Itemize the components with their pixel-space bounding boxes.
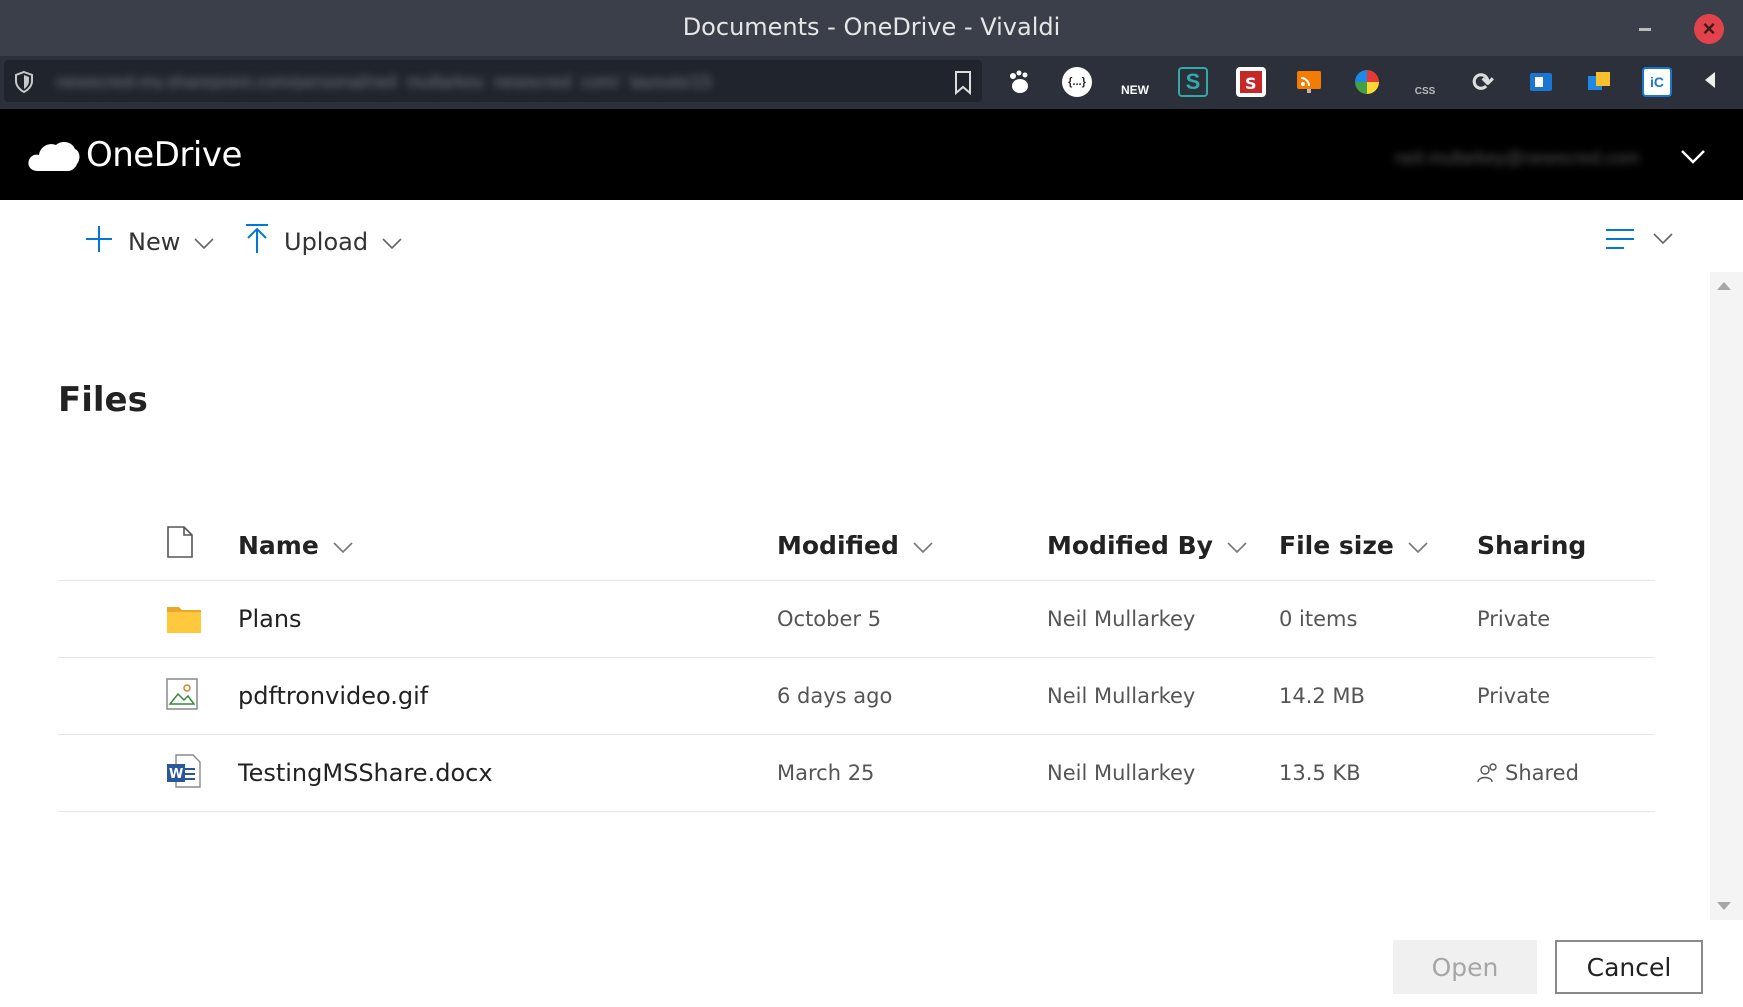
onedrive-brand: OneDrive <box>86 135 242 175</box>
ic-extension-icon[interactable]: iC <box>1642 67 1672 97</box>
file-modified: 6 days ago <box>777 684 893 708</box>
file-size: 13.5 KB <box>1279 761 1361 785</box>
file-size: 0 items <box>1279 607 1358 631</box>
bookmark-icon[interactable] <box>952 70 974 101</box>
image-file-icon <box>166 676 206 716</box>
column-file-size-label: File size <box>1279 530 1394 560</box>
upload-arrow-icon <box>244 223 270 261</box>
column-sharing[interactable]: Sharing <box>1477 510 1586 580</box>
svg-text:S: S <box>1245 74 1257 93</box>
chevron-down-icon <box>1227 531 1247 560</box>
cancel-button[interactable]: Cancel <box>1555 940 1703 994</box>
file-sharing-cell: Shared <box>1477 735 1579 811</box>
column-sharing-label: Sharing <box>1477 530 1587 560</box>
file-table-header: Name Modified Modified By File size Shar… <box>58 510 1655 581</box>
open-button[interactable]: Open <box>1393 940 1537 994</box>
plus-icon <box>84 224 114 260</box>
gnome-foot-icon[interactable] <box>1004 67 1034 97</box>
file-name[interactable]: pdftronvideo.gif <box>238 658 428 734</box>
chevron-down-icon <box>913 531 933 560</box>
onedrive-cloud-icon <box>26 137 80 178</box>
column-modified-by-label: Modified By <box>1047 530 1213 560</box>
page-title: Files <box>58 380 148 420</box>
upload-button[interactable]: Upload <box>244 222 402 262</box>
file-size: 14.2 MB <box>1279 684 1365 708</box>
title-bar: Documents - OneDrive - Vivaldi × <box>0 0 1743 56</box>
svg-text:W: W <box>169 767 183 782</box>
scroll-up-arrow-icon[interactable] <box>1717 282 1731 290</box>
minimize-button[interactable] <box>1636 14 1656 34</box>
table-row[interactable]: W TestingMSShare.docx March 25 Neil Mull… <box>58 735 1655 812</box>
extensions-overflow-arrow-icon[interactable] <box>1705 72 1715 88</box>
account-email[interactable]: neil.mullarkey@newscred.com <box>1395 148 1639 169</box>
chevron-down-icon <box>194 228 214 256</box>
color-wheel-icon[interactable] <box>1352 67 1382 97</box>
close-window-button[interactable]: × <box>1694 14 1724 44</box>
file-modified: March 25 <box>777 761 875 785</box>
column-modified[interactable]: Modified <box>777 510 933 580</box>
table-row[interactable]: pdftronvideo.gif 6 days ago Neil Mullark… <box>58 658 1655 735</box>
shield-icon[interactable] <box>12 70 36 99</box>
chevron-down-icon <box>382 228 402 256</box>
new-button[interactable]: New <box>84 222 214 262</box>
folder-icon <box>166 599 206 639</box>
sync-icon[interactable]: ⟳ <box>1468 67 1498 97</box>
office-icon[interactable] <box>1584 67 1614 97</box>
file-name[interactable]: Plans <box>238 581 302 657</box>
json-viewer-icon[interactable]: {...} <box>1062 67 1092 97</box>
column-modified-label: Modified <box>777 530 899 560</box>
file-modified-by: Neil Mullarkey <box>1047 761 1196 785</box>
stylus-icon[interactable]: S <box>1236 67 1266 97</box>
column-name[interactable]: Name <box>238 510 353 580</box>
column-file-size[interactable]: File size <box>1279 510 1428 580</box>
upload-label: Upload <box>284 228 369 256</box>
vertical-scrollbar[interactable] <box>1710 272 1743 920</box>
file-type-icon[interactable] <box>166 525 194 564</box>
file-name[interactable]: TestingMSShare.docx <box>238 735 493 811</box>
column-name-label: Name <box>238 530 319 560</box>
chevron-down-icon <box>333 531 353 560</box>
shared-people-icon <box>1477 762 1499 784</box>
column-modified-by[interactable]: Modified By <box>1047 510 1247 580</box>
browser-window: Documents - OneDrive - Vivaldi × newscre… <box>0 0 1743 1007</box>
s-extension-icon[interactable]: S <box>1178 67 1208 97</box>
chevron-down-icon[interactable] <box>1680 149 1706 170</box>
file-modified-by: Neil Mullarkey <box>1047 607 1196 631</box>
window-title: Documents - OneDrive - Vivaldi <box>682 13 1061 41</box>
file-sharing: Private <box>1477 684 1551 708</box>
file-modified-by: Neil Mullarkey <box>1047 684 1196 708</box>
file-picker-content: New Upload Files Name Modified Modified … <box>0 200 1743 1007</box>
file-sharing: Private <box>1477 607 1551 631</box>
file-modified: October 5 <box>777 607 882 631</box>
onedrive-header: OneDrive neil.mullarkey@newscred.com <box>0 109 1743 200</box>
file-sharing: Shared <box>1505 761 1579 785</box>
rss-feed-icon[interactable] <box>1294 67 1324 97</box>
scroll-down-arrow-icon[interactable] <box>1717 902 1731 910</box>
address-bar[interactable]: newscred-my.sharepoint.com/personal/neil… <box>4 60 982 102</box>
word-doc-icon: W <box>166 753 206 793</box>
new-label: New <box>128 228 181 256</box>
new-badge-icon[interactable]: NEW <box>1120 67 1150 97</box>
view-options-button[interactable] <box>1604 224 1678 259</box>
outlook-icon[interactable] <box>1526 67 1556 97</box>
url-text[interactable]: newscred-my.sharepoint.com/personal/neil… <box>56 72 916 90</box>
chevron-down-icon <box>1408 531 1428 560</box>
css-pencil-icon[interactable]: CSS <box>1410 67 1440 97</box>
table-row[interactable]: Plans October 5 Neil Mullarkey 0 items P… <box>58 581 1655 658</box>
